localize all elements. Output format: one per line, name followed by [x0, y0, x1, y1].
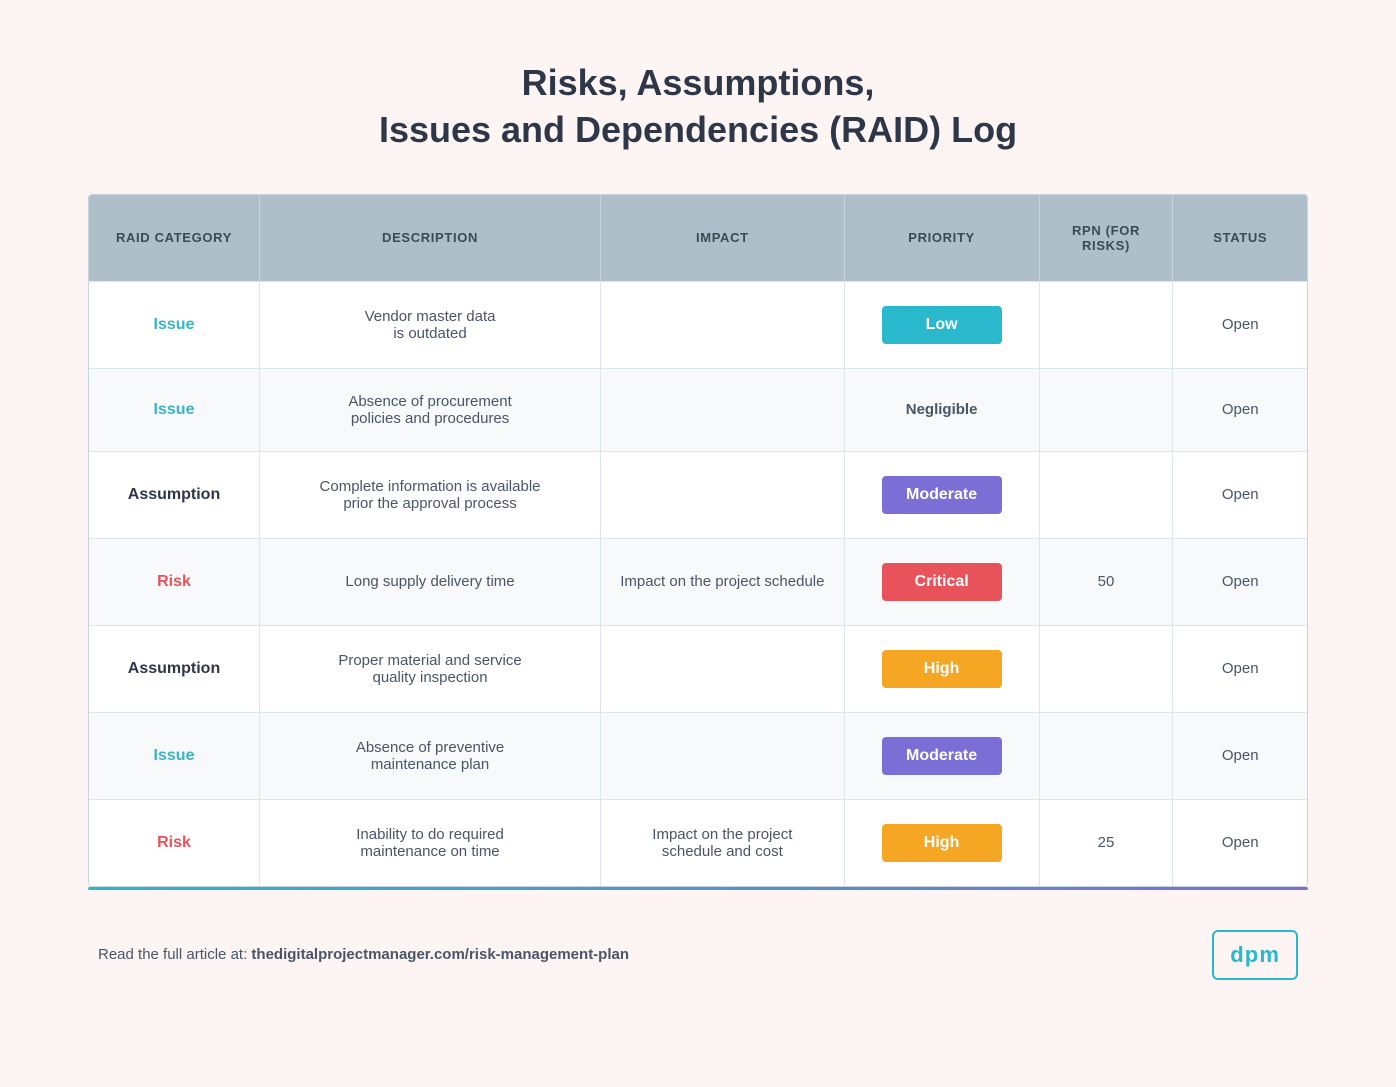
raid-table: RAID CATEGORY DESCRIPTION IMPACT PRIORIT…	[89, 195, 1307, 886]
cell-status: Open	[1173, 712, 1307, 799]
cell-impact: Impact on the projectschedule and cost	[601, 799, 845, 886]
cell-priority: Negligible	[844, 368, 1039, 451]
cell-priority: High	[844, 799, 1039, 886]
cell-rpn	[1039, 625, 1173, 712]
header-priority: PRIORITY	[844, 195, 1039, 282]
cell-priority: Moderate	[844, 451, 1039, 538]
cell-impact	[601, 368, 845, 451]
table-header-row: RAID CATEGORY DESCRIPTION IMPACT PRIORIT…	[89, 195, 1307, 282]
cell-description: Long supply delivery time	[260, 538, 601, 625]
cell-rpn	[1039, 451, 1173, 538]
cell-status: Open	[1173, 451, 1307, 538]
cell-status: Open	[1173, 538, 1307, 625]
cell-category: Issue	[89, 368, 260, 451]
header-status: STATUS	[1173, 195, 1307, 282]
table-row: RiskInability to do requiredmaintenance …	[89, 799, 1307, 886]
cell-category: Assumption	[89, 625, 260, 712]
table-row: IssueAbsence of preventivemaintenance pl…	[89, 712, 1307, 799]
cell-impact	[601, 281, 845, 368]
cell-status: Open	[1173, 368, 1307, 451]
cell-description: Absence of procurementpolicies and proce…	[260, 368, 601, 451]
cell-rpn	[1039, 712, 1173, 799]
cell-status: Open	[1173, 799, 1307, 886]
cell-description: Absence of preventivemaintenance plan	[260, 712, 601, 799]
table-row: AssumptionComplete information is availa…	[89, 451, 1307, 538]
table-row: IssueAbsence of procurementpolicies and …	[89, 368, 1307, 451]
cell-description: Vendor master datais outdated	[260, 281, 601, 368]
cell-category: Assumption	[89, 451, 260, 538]
cell-rpn: 25	[1039, 799, 1173, 886]
footer-divider	[88, 887, 1308, 890]
cell-rpn	[1039, 281, 1173, 368]
cell-category: Risk	[89, 799, 260, 886]
page-container: Risks, Assumptions, Issues and Dependenc…	[20, 20, 1376, 1067]
cell-impact: Impact on the project schedule	[601, 538, 845, 625]
cell-description: Complete information is availableprior t…	[260, 451, 601, 538]
cell-impact	[601, 712, 845, 799]
table-row: AssumptionProper material and servicequa…	[89, 625, 1307, 712]
dpm-logo: dpm	[1212, 930, 1298, 980]
cell-rpn	[1039, 368, 1173, 451]
cell-priority: Critical	[844, 538, 1039, 625]
raid-table-wrapper: RAID CATEGORY DESCRIPTION IMPACT PRIORIT…	[88, 194, 1308, 887]
footer-text: Read the full article at: thedigitalproj…	[98, 946, 629, 963]
page-title: Risks, Assumptions, Issues and Dependenc…	[379, 60, 1017, 154]
cell-impact	[601, 451, 845, 538]
cell-priority: High	[844, 625, 1039, 712]
cell-category: Risk	[89, 538, 260, 625]
cell-description: Proper material and servicequality inspe…	[260, 625, 601, 712]
header-description: DESCRIPTION	[260, 195, 601, 282]
cell-description: Inability to do requiredmaintenance on t…	[260, 799, 601, 886]
header-impact: IMPACT	[601, 195, 845, 282]
cell-rpn: 50	[1039, 538, 1173, 625]
header-rpn: RPN (FOR RISKS)	[1039, 195, 1173, 282]
table-row: RiskLong supply delivery timeImpact on t…	[89, 538, 1307, 625]
cell-priority: Moderate	[844, 712, 1039, 799]
cell-category: Issue	[89, 712, 260, 799]
cell-priority: Low	[844, 281, 1039, 368]
cell-impact	[601, 625, 845, 712]
footer: Read the full article at: thedigitalproj…	[88, 930, 1308, 980]
header-raid-category: RAID CATEGORY	[89, 195, 260, 282]
cell-status: Open	[1173, 281, 1307, 368]
table-row: IssueVendor master datais outdated Low Ope…	[89, 281, 1307, 368]
cell-status: Open	[1173, 625, 1307, 712]
cell-category: Issue	[89, 281, 260, 368]
